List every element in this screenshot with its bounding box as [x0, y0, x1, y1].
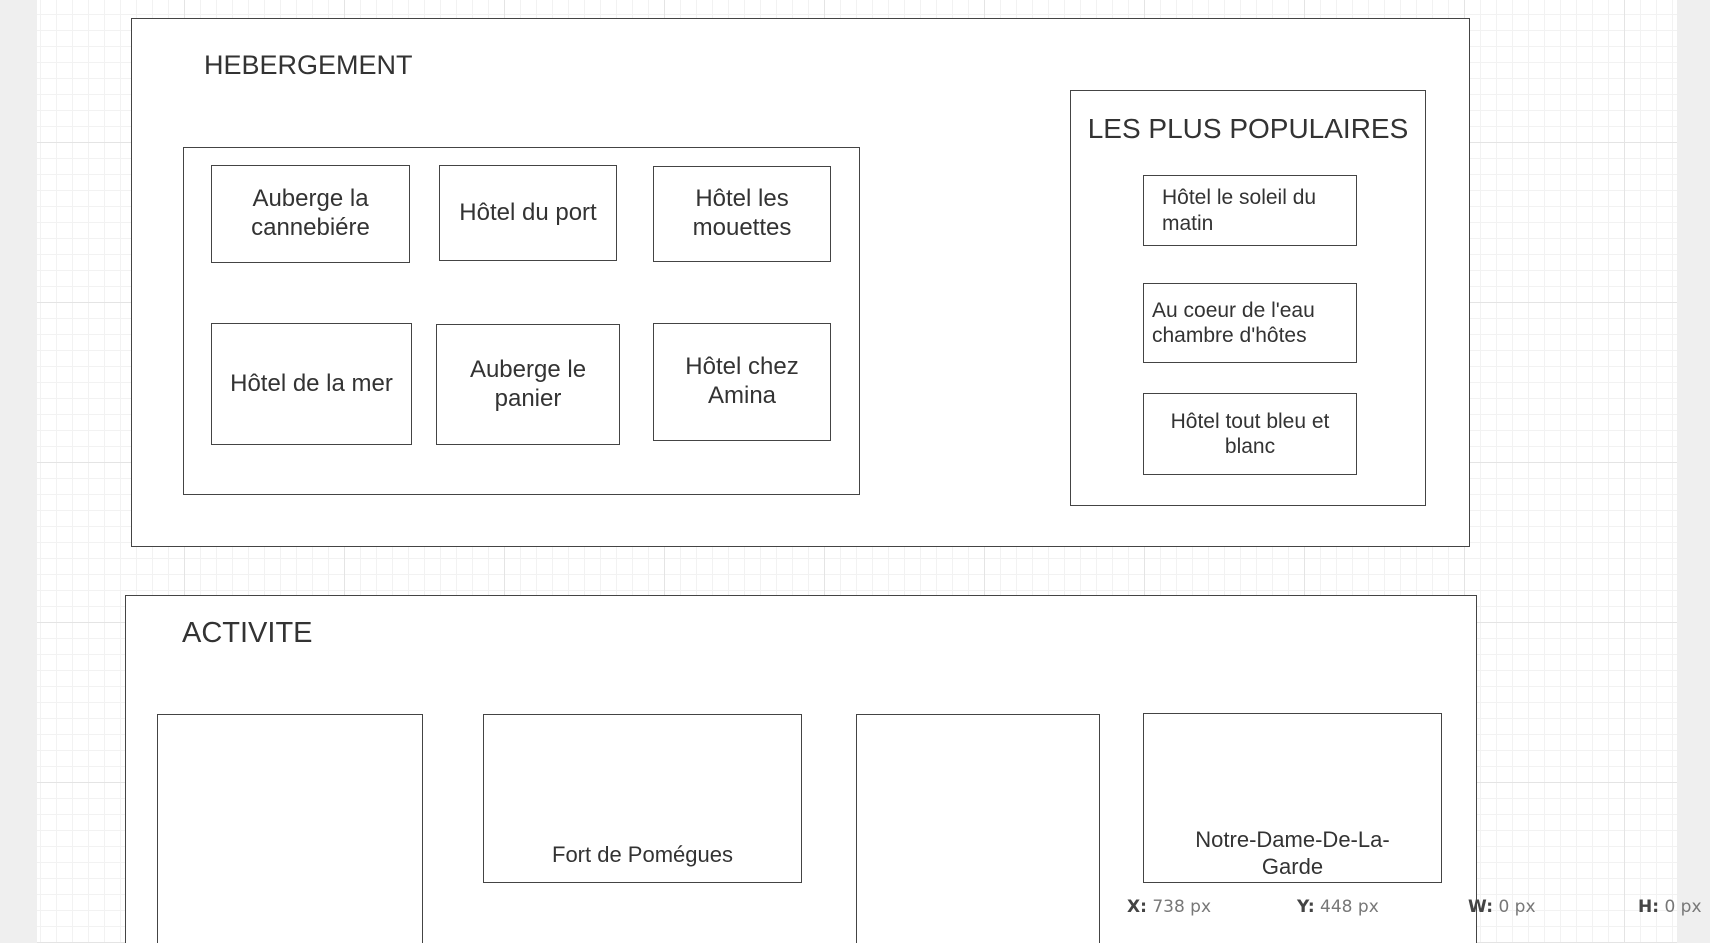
hotel-card[interactable]: Auberge la cannebiére: [211, 165, 410, 263]
y-label: Y:: [1297, 897, 1315, 917]
x-label: X:: [1127, 897, 1147, 917]
w-value: 0 px: [1498, 897, 1536, 917]
activity-card[interactable]: [856, 714, 1100, 943]
x-readout: X: 738 px: [1127, 897, 1211, 917]
popular-hotel-card[interactable]: Au coeur de l'eau chambre d'hôtes: [1143, 283, 1357, 363]
activity-card[interactable]: Fort de Pomégues: [483, 714, 802, 883]
hotel-card[interactable]: Hôtel chez Amina: [653, 323, 831, 441]
hebergement-title[interactable]: HEBERGEMENT: [204, 50, 413, 81]
w-label: W:: [1468, 897, 1494, 917]
y-readout: Y: 448 px: [1297, 897, 1379, 917]
h-value: 0 px: [1664, 897, 1702, 917]
hotel-card[interactable]: Hôtel de la mer: [211, 323, 412, 445]
hotel-card[interactable]: Hôtel du port: [439, 165, 617, 261]
popular-hotel-card[interactable]: Hôtel tout bleu et blanc: [1143, 393, 1357, 475]
hotel-card[interactable]: Hôtel les mouettes: [653, 166, 831, 262]
w-readout: W: 0 px: [1468, 897, 1536, 917]
x-value: 738 px: [1152, 897, 1212, 917]
h-readout: H: 0 px: [1638, 897, 1702, 917]
h-label: H:: [1638, 897, 1660, 917]
hotel-card[interactable]: Auberge le panier: [436, 324, 620, 445]
activite-title[interactable]: ACTIVITE: [182, 617, 313, 650]
activity-card[interactable]: [157, 714, 423, 943]
activity-card[interactable]: Notre-Dame-De-La-Garde: [1143, 713, 1442, 883]
y-value: 448 px: [1320, 897, 1379, 917]
popular-hotel-card[interactable]: Hôtel le soleil du matin: [1143, 175, 1357, 246]
popular-title[interactable]: LES PLUS POPULAIRES: [1070, 113, 1426, 145]
